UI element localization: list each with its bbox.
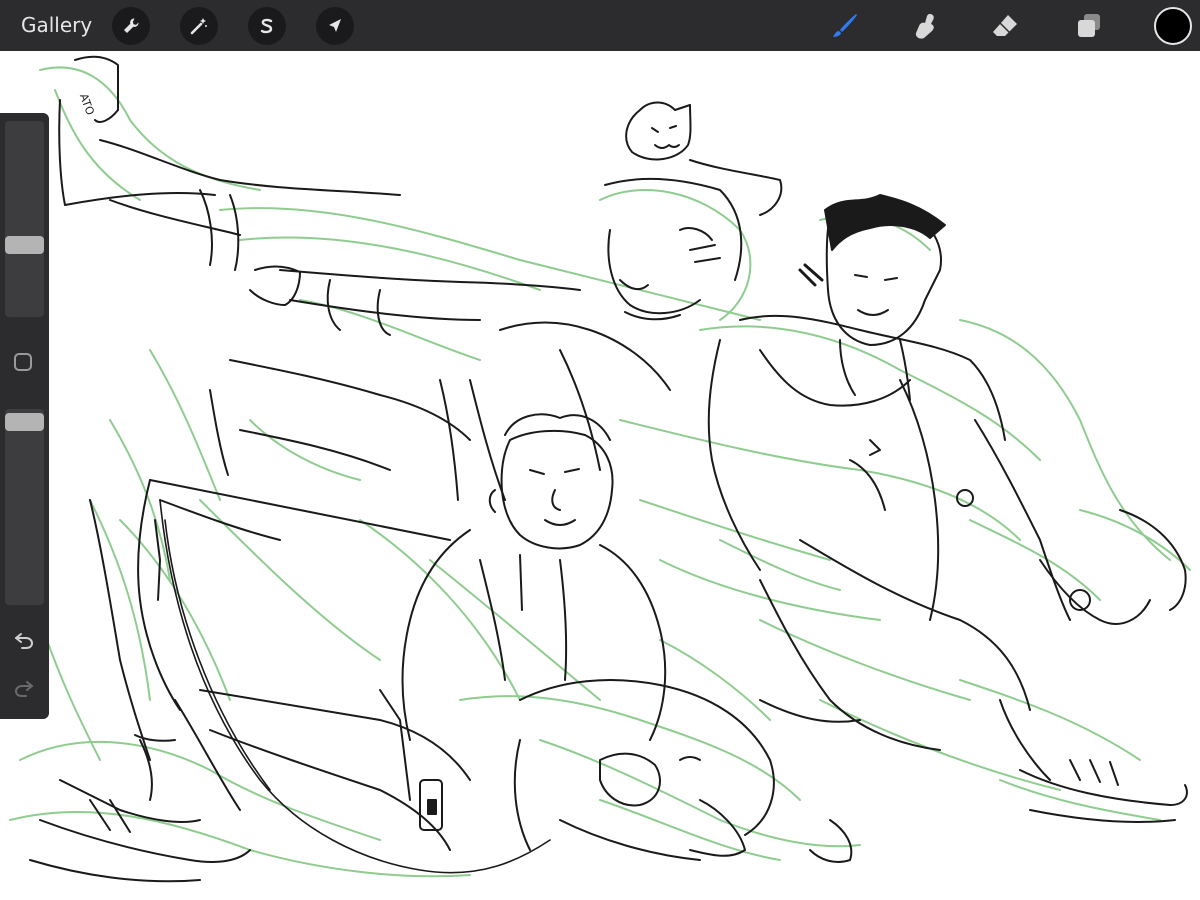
- opacity-slider[interactable]: [5, 409, 44, 605]
- redo-arrow-icon: [14, 681, 33, 697]
- top-toolbar: Gallery: [0, 0, 1200, 51]
- sock-logo-text: ATO: [77, 92, 97, 117]
- opacity-handle[interactable]: [5, 413, 44, 431]
- eraser-button[interactable]: [988, 9, 1022, 43]
- eraser-icon: [993, 15, 1017, 36]
- line-art-layer: ATO: [29, 55, 1188, 883]
- adjustments-button[interactable]: [180, 7, 218, 45]
- arrow-cursor-icon: [329, 19, 341, 32]
- smudge-finger-icon: [915, 14, 934, 39]
- color-picker-button[interactable]: [1154, 7, 1192, 45]
- magic-wand-icon: [190, 18, 207, 35]
- layers-button[interactable]: [1072, 9, 1106, 43]
- drawing-canvas[interactable]: ATO: [0, 51, 1200, 900]
- square-modify-icon[interactable]: [14, 353, 32, 371]
- procreate-app: Gallery ATO: [0, 0, 1200, 900]
- actions-button[interactable]: [112, 7, 150, 45]
- brush-size-handle[interactable]: [5, 236, 44, 254]
- brush-size-slider[interactable]: [5, 121, 44, 317]
- selection-button[interactable]: [248, 7, 286, 45]
- side-toolbar: [0, 113, 49, 719]
- transform-button[interactable]: [316, 7, 354, 45]
- gallery-button[interactable]: Gallery: [21, 13, 92, 37]
- smudge-button[interactable]: [908, 9, 942, 43]
- sketch-artwork: ATO: [9, 55, 1191, 883]
- undo-arrow-icon: [15, 633, 34, 649]
- selection-s-icon: [260, 18, 273, 34]
- redo-button[interactable]: [12, 676, 36, 700]
- undo-button[interactable]: [12, 628, 36, 652]
- brush-button[interactable]: [828, 9, 862, 43]
- green-sketch-layer: [9, 66, 1191, 878]
- layers-icon: [1078, 14, 1100, 37]
- wrench-icon: [124, 18, 139, 33]
- brush-icon: [833, 14, 857, 37]
